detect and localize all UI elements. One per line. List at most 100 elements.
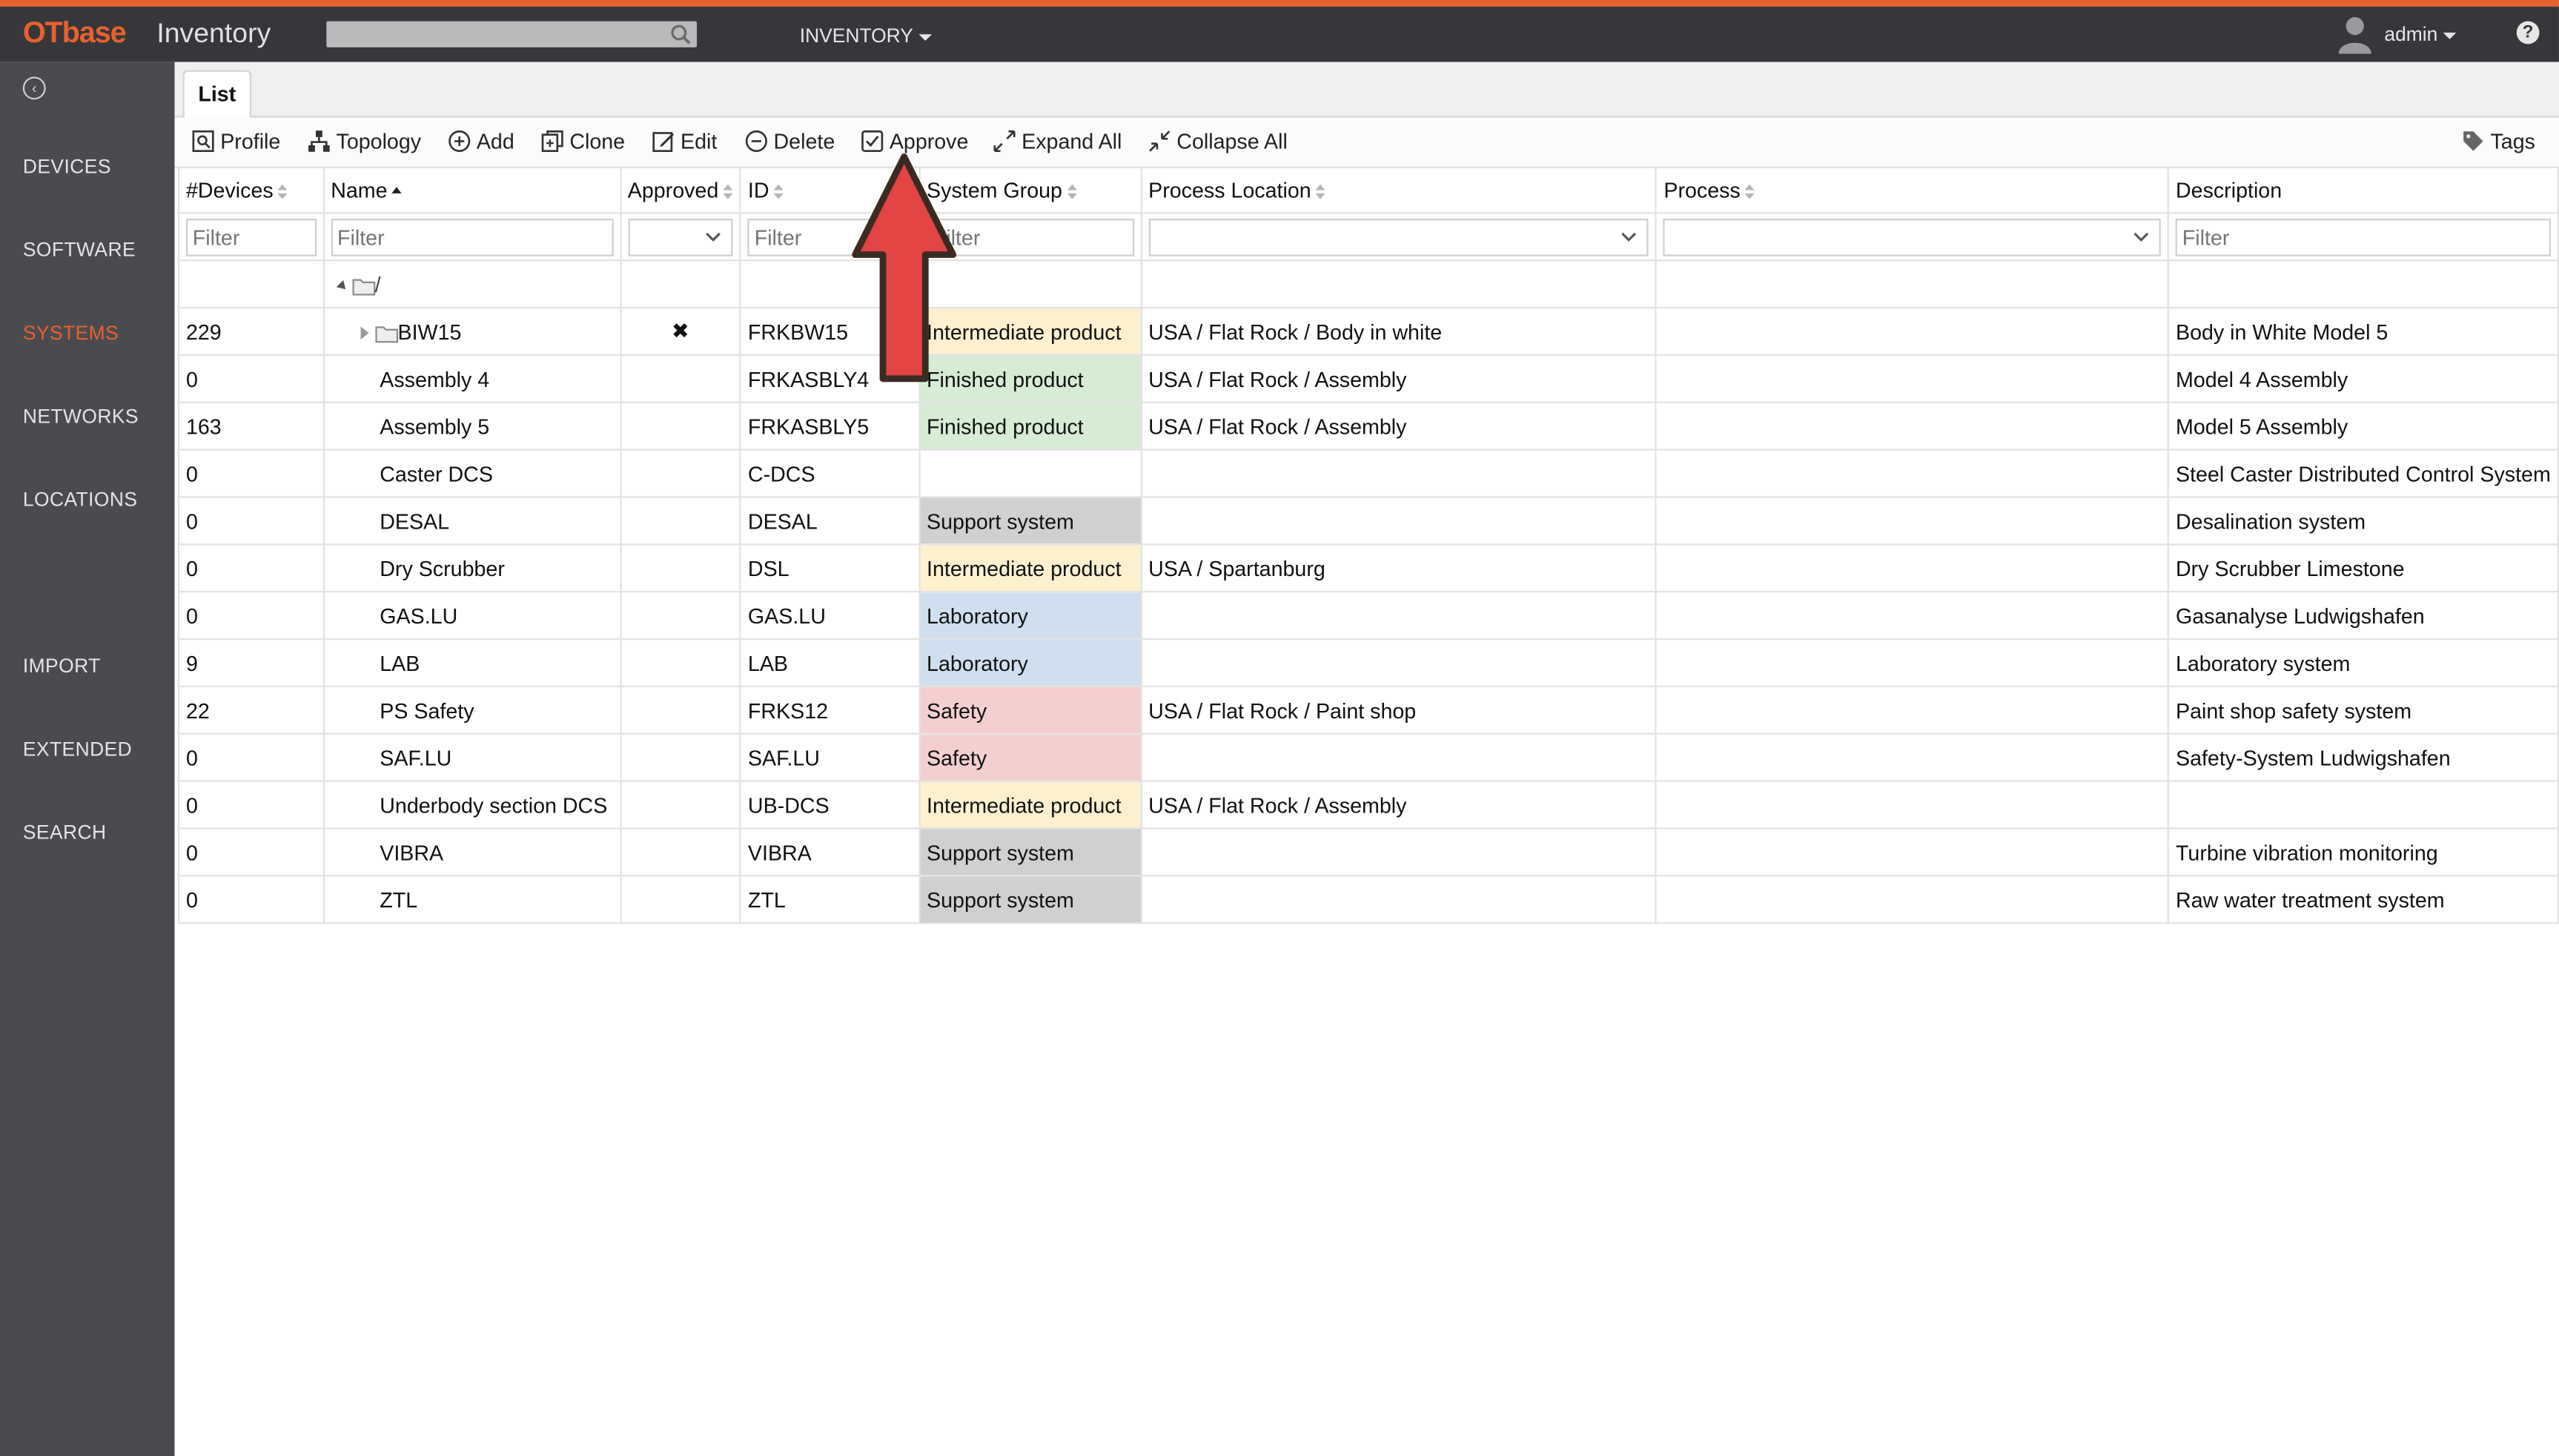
table-cell-group: Support system (918, 496, 1142, 546)
column-header-process[interactable]: Process (1655, 166, 2170, 214)
tree-expanded-icon[interactable] (336, 279, 349, 293)
table-cell-group: Laboratory (918, 591, 1142, 641)
description-filter-input[interactable] (2175, 217, 2551, 256)
id-filter-input[interactable] (747, 217, 913, 256)
sidebar-item-networks[interactable]: NETWORKS (23, 405, 139, 428)
expand-all-button[interactable]: Expand All (993, 129, 1122, 153)
column-header-approved[interactable]: Approved (619, 166, 742, 214)
otbase-logo[interactable]: OTbase (23, 16, 127, 50)
table-cell (918, 259, 1142, 309)
table-cell-name: GAS.LU (322, 591, 621, 641)
sidebar-item-search[interactable]: SEARCH (23, 821, 107, 844)
table-cell-name: Underbody section DCS (322, 780, 621, 830)
main-content: List Profile Topology Add Clone Edit Del… (174, 62, 2559, 1456)
table-row[interactable]: 0 Caster DCS C-DCS Steel Caster Distributed… (177, 449, 2559, 498)
tree-root-label: / (374, 271, 381, 297)
system-group-filter-input[interactable] (927, 217, 1134, 256)
column-header-description[interactable]: Description (2167, 166, 2559, 214)
search-icon[interactable] (669, 23, 692, 46)
clone-button[interactable]: Clone (540, 129, 625, 153)
sidebar-item-systems[interactable]: SYSTEMS (23, 322, 119, 345)
column-header-system-group[interactable]: System Group (918, 166, 1142, 214)
table-cell-approved (619, 591, 742, 641)
cell-text: VIBRA (380, 839, 444, 864)
add-button[interactable]: Add (447, 129, 514, 153)
table-row[interactable]: 22 PS Safety FRKS12 Safety USA / Flat Rock /… (177, 685, 2559, 735)
tags-button[interactable]: Tags (2461, 129, 2535, 153)
table-cell-process (1655, 732, 2170, 782)
cell-text: Raw water treatment system (2175, 887, 2445, 912)
user-name: admin (2384, 22, 2438, 46)
table-row[interactable]: 163 Assembly 5 FRKASBLY5 Finished product US… (177, 401, 2559, 451)
table-cell-description (2167, 780, 2559, 830)
delete-button[interactable]: Delete (744, 129, 835, 153)
user-avatar-icon[interactable] (2337, 15, 2373, 54)
devices-filter-input[interactable] (185, 217, 317, 256)
expand-icon (993, 130, 1016, 152)
cell-text: 0 (185, 745, 198, 770)
table-row[interactable]: 0 DESAL DESAL Support system Desalination sy… (177, 496, 2559, 546)
topology-label: Topology (336, 128, 422, 153)
approved-filter-select[interactable] (627, 217, 734, 256)
inventory-menu[interactable]: INVENTORY (799, 24, 932, 47)
user-menu[interactable]: admin (2384, 22, 2456, 46)
column-header-process-location[interactable]: Process Location (1140, 166, 1658, 214)
table-cell-name: ZTL (322, 875, 621, 924)
topology-button[interactable]: Topology (307, 129, 421, 153)
table-row[interactable]: 0 VIBRA VIBRA Support system Turbine vibrati… (177, 827, 2559, 877)
cell-text: Steel Caster Distributed Control System (2175, 461, 2551, 486)
table-row[interactable]: 0 GAS.LU GAS.LU Laboratory Gasanalyse Ludwig… (177, 591, 2559, 641)
column-header-devices[interactable]: #Devices (177, 166, 325, 214)
table-row[interactable]: 229 BIW15 ✖ FRKBW15 Intermediate product USA … (177, 306, 2559, 356)
help-icon[interactable]: ? (2516, 21, 2540, 44)
sidebar-item-devices[interactable]: DEVICES (23, 155, 111, 178)
column-label: Name (331, 177, 388, 203)
column-label: #Devices (185, 177, 274, 203)
name-filter-input[interactable] (331, 217, 613, 256)
sidebar-item-import[interactable]: IMPORT (23, 655, 101, 678)
sidebar-item-extended[interactable]: EXTENDED (23, 738, 132, 761)
table-cell-group: Laboratory (918, 638, 1142, 687)
table-cell-approved (619, 449, 742, 498)
table-cell-approved (619, 685, 742, 735)
tab-list[interactable]: List (182, 70, 252, 118)
column-header-id[interactable]: ID (739, 166, 921, 214)
sidebar-item-locations[interactable]: LOCATIONS (23, 488, 138, 511)
table-cell-name: LAB (322, 638, 621, 687)
collapse-all-button[interactable]: Collapse All (1148, 129, 1288, 153)
table-row[interactable]: 0 Assembly 4 FRKASBLY4 Finished product USA … (177, 354, 2559, 403)
filter-cell (918, 212, 1142, 262)
sidebar-item-software[interactable]: SOFTWARE (23, 238, 136, 261)
global-search-input[interactable] (326, 21, 698, 47)
tree-root-row[interactable]: / (177, 259, 2559, 309)
collapse-sidebar-icon[interactable]: ‹ (22, 76, 46, 100)
table-row[interactable]: 9 LAB LAB Laboratory Laboratory system (177, 638, 2559, 687)
inventory-menu-label: INVENTORY (799, 24, 913, 47)
edit-button[interactable]: Edit (651, 129, 717, 153)
cell-text: BIW15 (397, 319, 462, 344)
table-row[interactable]: 0 ZTL ZTL Support system Raw water treatment… (177, 875, 2559, 924)
table-cell-devices: 0 (177, 449, 325, 498)
cell-text: Support system (927, 887, 1074, 912)
process-location-filter-select[interactable] (1148, 217, 1649, 256)
table-cell-process (1655, 875, 2170, 924)
app-name: Inventory (156, 18, 271, 50)
table-cell-location: USA / Flat Rock / Body in white (1140, 306, 1658, 356)
add-icon (448, 130, 471, 152)
table-cell (1655, 259, 2170, 309)
process-filter-select[interactable] (1663, 217, 2162, 256)
table-cell-id: SAF.LU (739, 732, 921, 782)
table-row[interactable]: 0 Dry Scrubber DSL Intermediate product USA … (177, 543, 2559, 593)
table-row[interactable]: 0 SAF.LU SAF.LU Safety Safety-System Ludwigs… (177, 732, 2559, 782)
table-cell-process (1655, 543, 2170, 593)
table-cell-name: Assembly 4 (322, 354, 621, 403)
table-cell-group: Intermediate product (918, 543, 1142, 593)
approve-button[interactable]: Approve (860, 129, 968, 153)
approve-checkbox-icon (861, 130, 884, 152)
column-header-name[interactable]: Name (322, 166, 621, 214)
add-label: Add (476, 128, 514, 153)
table-cell-devices: 22 (177, 685, 325, 735)
tree-collapsed-icon[interactable] (360, 326, 368, 340)
profile-button[interactable]: Profile (191, 129, 280, 153)
table-row[interactable]: 0 Underbody section DCS UB-DCS Intermediate… (177, 780, 2559, 830)
